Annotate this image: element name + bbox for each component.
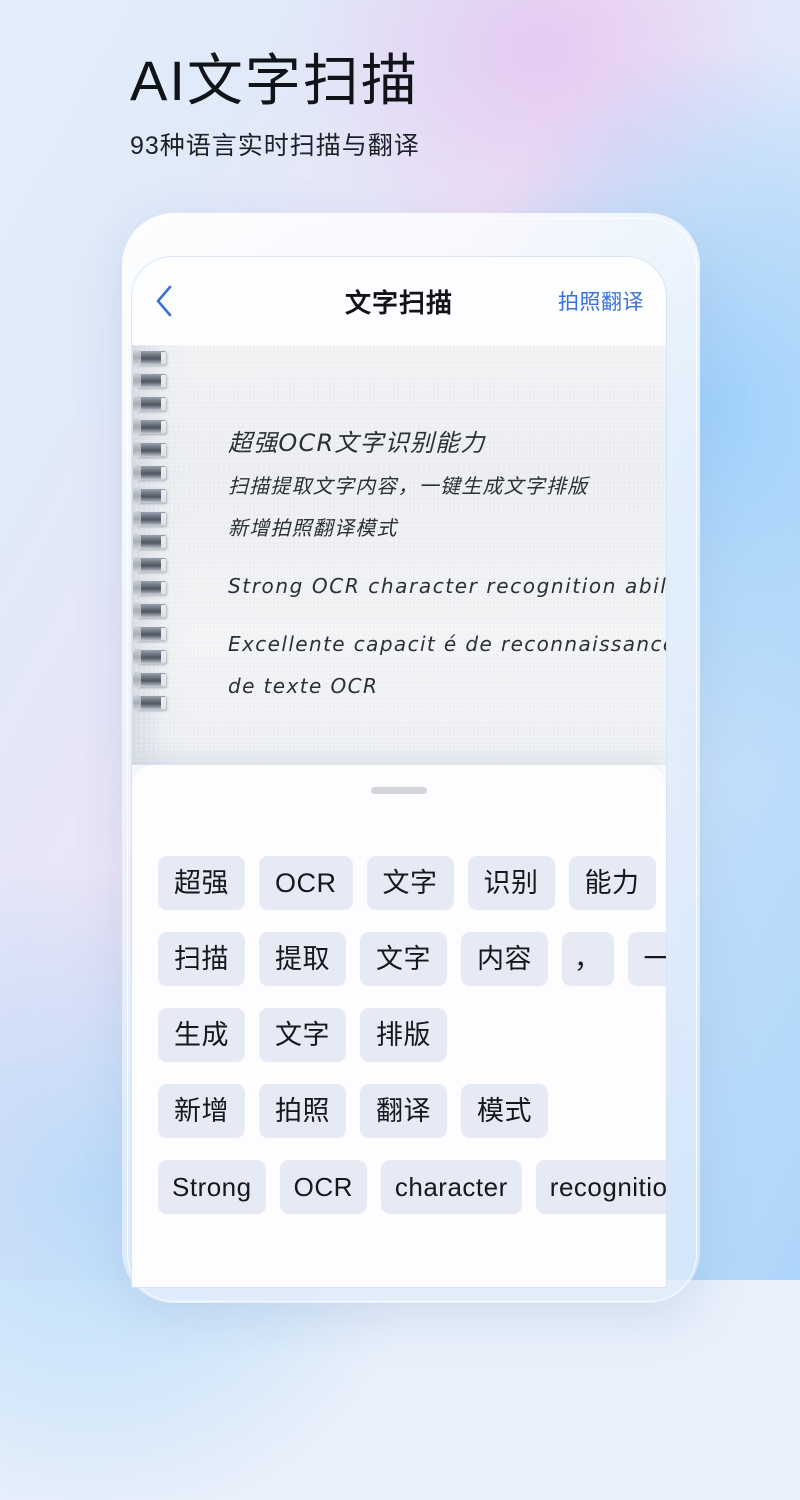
spiral-ring — [133, 442, 166, 458]
handwritten-line: 新增拍照翻译模式 — [228, 516, 398, 540]
photo-translate-button[interactable]: 拍照翻译 — [558, 286, 644, 316]
word-chip[interactable]: 扫描 — [158, 932, 245, 986]
handwritten-line: de texte OCR — [228, 674, 379, 698]
spiral-ring — [133, 534, 166, 550]
spiral-ring — [133, 511, 166, 527]
word-chip[interactable]: 提取 — [259, 932, 346, 986]
spiral-ring — [133, 557, 166, 573]
word-chip[interactable]: 超强 — [158, 856, 245, 910]
spiral-ring — [133, 672, 166, 688]
spiral-ring — [133, 396, 166, 412]
page-title: AI文字扫描 — [130, 49, 419, 112]
handwritten-spacer — [228, 549, 632, 565]
spiral-ring — [133, 603, 166, 619]
word-chip[interactable]: 一键 — [627, 932, 666, 986]
handwritten-text-block: 超强OCR文字识别能力 扫描提取文字内容，一键生成文字排版 新增拍照翻译模式 S… — [228, 421, 666, 707]
spiral-ring — [133, 695, 166, 711]
spiral-ring — [133, 419, 166, 435]
phone-screen: 文字扫描 拍照翻译 超强OCR文字识别能力 扫描提取文字内容，一键生成文字排版 — [132, 257, 666, 1287]
word-chip[interactable]: character — [380, 1160, 522, 1214]
word-chip[interactable]: Strong — [158, 1160, 266, 1214]
word-chip[interactable]: 文字 — [366, 856, 454, 910]
spiral-ring — [133, 373, 166, 389]
word-chip[interactable]: 文字 — [360, 932, 447, 986]
handwritten-line: 超强OCR文字识别能力 — [228, 429, 486, 457]
spiral-ring — [133, 649, 166, 665]
page-subtitle: 93种语言实时扫描与翻译 — [130, 132, 420, 160]
chip-row: Strong OCR character recognition — [158, 1160, 666, 1214]
back-button[interactable] — [154, 281, 194, 321]
handwritten-line: Excellente capacit é de reconnaissance — [228, 632, 666, 656]
word-chip[interactable]: 生成 — [158, 1008, 245, 1062]
spiral-ring — [133, 488, 166, 504]
word-chip[interactable]: ， — [562, 932, 614, 986]
word-chip[interactable]: recognition — [535, 1160, 666, 1214]
chip-row: 扫描 提取 文字 内容 ， 一键 — [158, 932, 666, 986]
spiral-ring — [133, 350, 166, 366]
word-chip[interactable]: 模式 — [461, 1084, 548, 1138]
chip-row: 新增 拍照 翻译 模式 — [158, 1084, 640, 1138]
handwritten-line: 扫描提取文字内容，一键生成文字排版 — [228, 474, 589, 498]
spiral-ring — [133, 626, 166, 642]
word-chip[interactable]: 识别 — [467, 856, 555, 910]
word-chip[interactable]: 文字 — [259, 1008, 346, 1062]
word-chip[interactable]: 能力 — [568, 856, 656, 910]
word-chip[interactable]: 翻译 — [360, 1084, 447, 1138]
chip-row: 超强 OCR 文字 识别 能力 — [158, 856, 656, 910]
word-chip[interactable]: OCR — [279, 1160, 367, 1214]
spiral-ring — [133, 465, 166, 481]
handwritten-line: Strong OCR character recognition ability — [228, 574, 666, 598]
word-chip-list: 超强 OCR 文字 识别 能力 扫描 提取 文字 内容 ， 一键 生成 文字 排… — [158, 856, 666, 1214]
app-navbar: 文字扫描 拍照翻译 — [132, 257, 666, 345]
word-chip[interactable]: OCR — [259, 856, 353, 910]
scanned-document-preview[interactable]: 超强OCR文字识别能力 扫描提取文字内容，一键生成文字排版 新增拍照翻译模式 S… — [132, 345, 666, 765]
word-chip[interactable]: 排版 — [360, 1008, 447, 1062]
spiral-ring — [133, 580, 166, 596]
hero-section: AI文字扫描 93种语言实时扫描与翻译 — [130, 48, 420, 162]
word-chip[interactable]: 拍照 — [259, 1084, 346, 1138]
chevron-left-icon — [154, 284, 174, 318]
word-chip[interactable]: 内容 — [461, 932, 548, 986]
word-chip[interactable]: 新增 — [158, 1084, 245, 1138]
chip-row: 生成 文字 排版 — [158, 1008, 640, 1062]
recognized-words-sheet: 超强 OCR 文字 识别 能力 扫描 提取 文字 内容 ， 一键 生成 文字 排… — [132, 765, 666, 1287]
notebook-spiral-binding — [133, 350, 176, 765]
handwritten-spacer — [228, 607, 632, 623]
sheet-drag-handle[interactable] — [371, 787, 427, 794]
